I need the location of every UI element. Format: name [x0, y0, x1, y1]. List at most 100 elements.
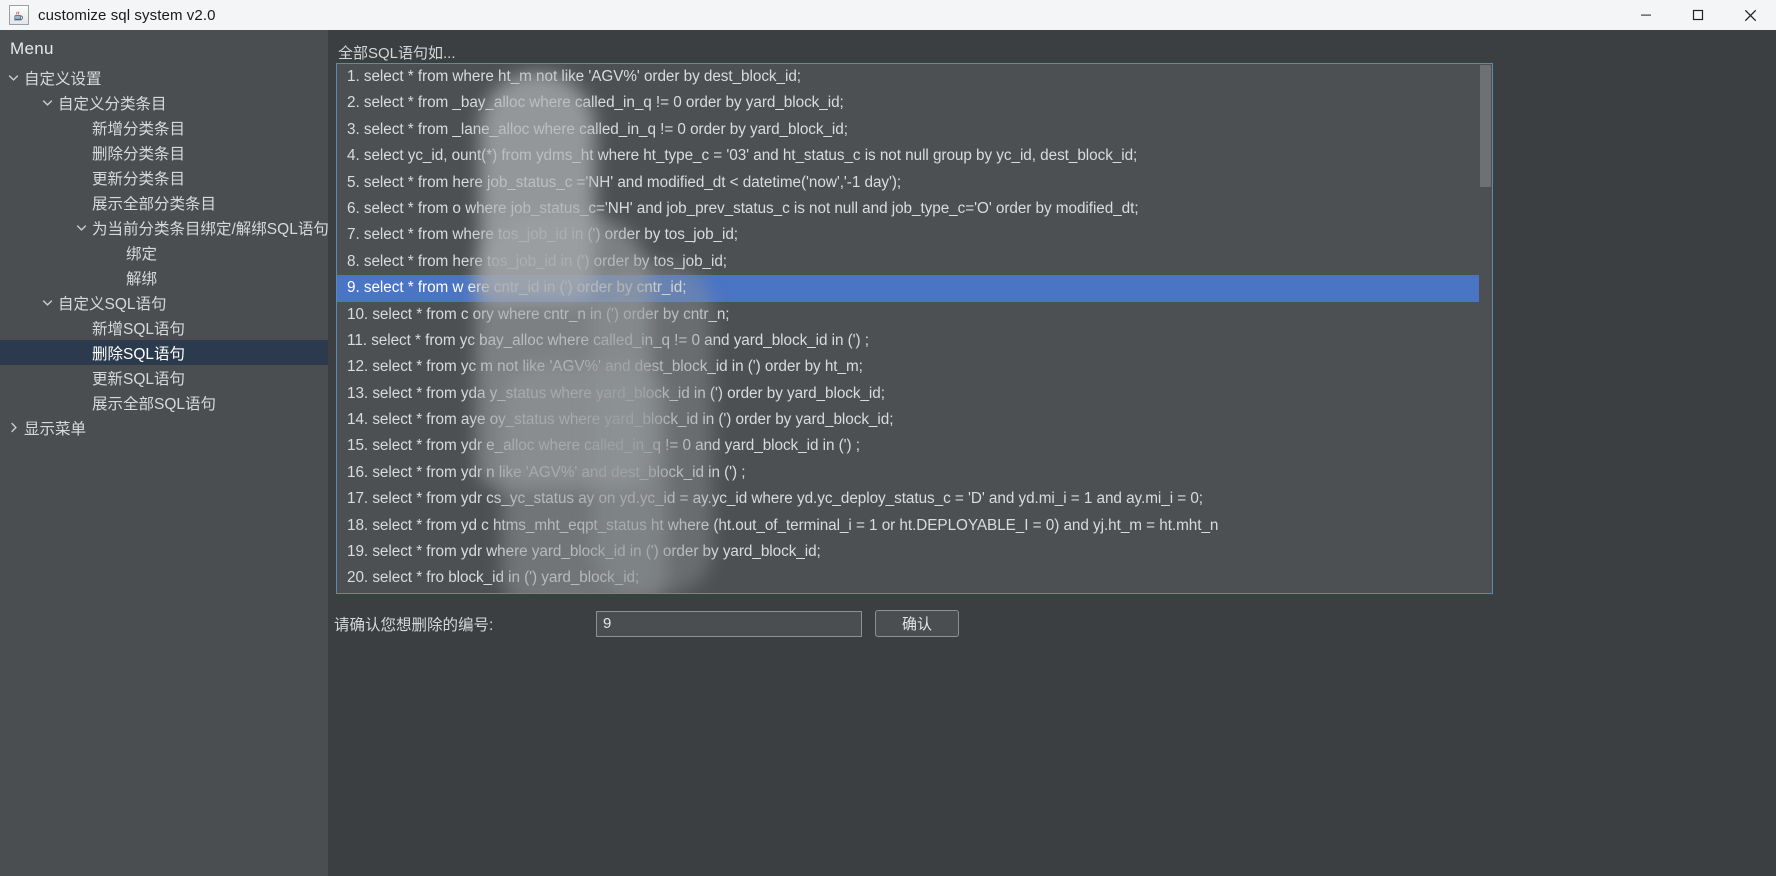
sql-item-number: 6. — [347, 199, 360, 217]
sql-item-number: 7. — [347, 226, 360, 244]
sql-item-number: 10. — [347, 305, 369, 323]
sql-item-text: select * from o where job_status_c='NH' … — [363, 199, 1139, 217]
sql-item-number: 18. — [347, 516, 369, 534]
sidebar-item-12[interactable]: 更新SQL语句 — [0, 365, 328, 390]
main-panel: 全部SQL语句如... 1. select * from where ht_m … — [328, 30, 1776, 876]
sql-list-item[interactable]: 18. select * from yd c htms_mht_eqpt_sta… — [337, 513, 1492, 539]
sql-item-text: select yc_id, ount(*) from ydms_ht where… — [363, 147, 1138, 165]
sql-list-item[interactable]: 9. select * from w ere cntr_id in (') or… — [337, 275, 1492, 302]
sql-item-text: select * from ydr n like 'AGV%' and dest… — [372, 463, 746, 481]
sidebar-item-label: 更新SQL语句 — [92, 370, 186, 388]
sql-item-number: 8. — [347, 252, 360, 270]
sidebar-item-11[interactable]: 删除SQL语句 — [0, 340, 328, 365]
maximize-button[interactable] — [1672, 0, 1724, 30]
sidebar-item-9[interactable]: 自定义SQL语句 — [0, 290, 328, 315]
sidebar-item-label: 解绑 — [126, 270, 158, 288]
sql-item-number: 20. — [347, 569, 369, 587]
sql-list-item[interactable]: 4. select yc_id, ount(*) from ydms_ht wh… — [337, 143, 1492, 169]
sql-list-item[interactable]: 16. select * from ydr n like 'AGV%' and … — [337, 460, 1492, 486]
sql-list-item[interactable]: 3. select * from _lane_alloc where calle… — [337, 117, 1492, 143]
close-button[interactable] — [1724, 0, 1776, 30]
delete-id-label: 请确认您想删除的编号: — [334, 616, 494, 634]
sql-item-text: select * from here tos_job_id in (') ord… — [363, 252, 728, 270]
window-titlebar: customize sql system v2.0 — [0, 0, 1776, 30]
sidebar-item-label: 自定义设置 — [24, 70, 102, 88]
sql-list-item[interactable]: 1. select * from where ht_m not like 'AG… — [337, 64, 1492, 90]
sql-list-caption: 全部SQL语句如... — [338, 45, 456, 62]
sql-item-number: 2. — [347, 94, 360, 112]
sql-list-item[interactable]: 12. select * from yc m not like 'AGV%' a… — [337, 354, 1492, 380]
chevron-down-icon[interactable] — [70, 221, 92, 234]
minimize-button[interactable] — [1620, 0, 1672, 30]
sql-list-item[interactable]: 19. select * from ydr where yard_block_i… — [337, 539, 1492, 565]
sql-item-number: 16. — [347, 463, 369, 481]
sql-item-number: 5. — [347, 173, 360, 191]
sidebar-item-label: 展示全部分类条目 — [92, 195, 217, 213]
sidebar-item-label: 为当前分类条目绑定/解绑SQL语句 — [92, 220, 328, 238]
sidebar-item-5[interactable]: 展示全部分类条目 — [0, 190, 328, 215]
sidebar-item-10[interactable]: 新增SQL语句 — [0, 315, 328, 340]
chevron-down-icon[interactable] — [2, 71, 24, 84]
sql-item-text: select * from here job_status_c ='NH' an… — [363, 173, 902, 191]
sidebar-item-6[interactable]: 为当前分类条目绑定/解绑SQL语句 — [0, 215, 328, 240]
sidebar-item-label: 删除SQL语句 — [92, 345, 186, 363]
tree-root: 自定义设置自定义分类条目新增分类条目删除分类条目 更新分类条目展示全部分类条目为当… — [0, 65, 328, 440]
sql-item-number: 9. — [347, 279, 360, 297]
sql-list-item[interactable]: 17. select * from ydr cs_yc_status ay on… — [337, 486, 1492, 512]
sql-list[interactable]: 1. select * from where ht_m not like 'AG… — [337, 64, 1492, 593]
sql-list-item[interactable]: 20. select * fro block_id in (') yard_bl… — [337, 565, 1492, 591]
sql-list-item[interactable]: 15. select * from ydr e_alloc where call… — [337, 433, 1492, 459]
sidebar-item-label: 自定义分类条目 — [58, 95, 167, 113]
chevron-down-icon[interactable] — [36, 296, 58, 309]
sidebar-item-2[interactable]: 新增分类条目 — [0, 115, 328, 140]
sidebar-item-label: 展示全部SQL语句 — [92, 395, 217, 413]
sidebar-item-4[interactable]: 更新分类条目 — [0, 165, 328, 190]
app-body: Menu 自定义设置 自定义分类条目 新增分类条目 删除分类条目 更新分类条目 展示全部分… — [0, 30, 1776, 876]
sql-item-number: 14. — [347, 411, 369, 429]
confirm-button[interactable]: 确认 — [875, 610, 959, 637]
sql-item-text: select * from ydr e_alloc where called_i… — [372, 437, 860, 455]
sidebar-item-14[interactable]: 显示菜单 — [0, 415, 328, 440]
java-coffee-cup-icon — [9, 5, 29, 25]
sidebar-item-label: 新增SQL语句 — [92, 320, 186, 338]
sql-item-number: 3. — [347, 120, 360, 138]
sql-list-scrollbar[interactable] — [1479, 64, 1492, 593]
window-controls — [1620, 0, 1776, 30]
chevron-right-icon[interactable] — [2, 421, 24, 434]
sidebar-item-1[interactable]: 自定义分类条目 — [0, 90, 328, 115]
sql-item-text: select * from c ory where cntr_n in (') … — [372, 305, 730, 323]
chevron-down-icon[interactable] — [36, 96, 58, 109]
sidebar-item-0[interactable]: 自定义设置 — [0, 65, 328, 90]
sidebar-item-13[interactable]: 展示全部SQL语句 — [0, 390, 328, 415]
sql-item-text: select * from ydr cs_yc_status ay on yd.… — [372, 490, 1203, 508]
sql-list-item[interactable]: 13. select * from yda y_status where yar… — [337, 381, 1492, 407]
sql-item-text: select * from ydr where yard_block_id in… — [372, 543, 821, 561]
sql-list-item[interactable]: 6. select * from o where job_status_c='N… — [337, 196, 1492, 222]
sql-list-item[interactable]: 7. select * from where tos_job_id in (')… — [337, 222, 1492, 248]
sql-item-text: select * fro block_id in (') yard_block_… — [372, 569, 640, 587]
sidebar-item-7[interactable]: 绑定 — [0, 240, 328, 265]
sql-list-panel[interactable]: 1. select * from where ht_m not like 'AG… — [336, 63, 1493, 594]
scrollbar-thumb[interactable] — [1480, 65, 1491, 187]
sidebar-item-3[interactable]: 删除分类条目 — [0, 140, 328, 165]
sidebar-item-label: 更新分类条目 — [92, 170, 186, 188]
sql-item-text: select * from yc m not like 'AGV%' and d… — [372, 358, 863, 376]
sidebar-item-label: 绑定 — [126, 245, 158, 263]
sql-item-text: select * from _bay_alloc where called_in… — [363, 94, 844, 112]
sidebar-item-8[interactable]: 解绑 — [0, 265, 328, 290]
sql-item-number: 19. — [347, 543, 369, 561]
delete-id-input[interactable] — [596, 610, 862, 637]
sql-list-item[interactable]: 10. select * from c ory where cntr_n in … — [337, 302, 1492, 328]
sql-list-item[interactable]: 11. select * from yc bay_alloc where cal… — [337, 328, 1492, 354]
delete-form: 请确认您想删除的编号: 确认 — [328, 610, 1488, 637]
sidebar-item-label: 删除分类条目 — [92, 145, 186, 163]
sidebar-item-label: 自定义SQL语句 — [58, 295, 167, 313]
sql-item-number: 12. — [347, 358, 369, 376]
sql-list-item[interactable]: 14. select * from aye oy_status where ya… — [337, 407, 1492, 433]
sql-item-text: select * from aye oy_status where yard_b… — [372, 411, 894, 429]
sql-item-text: select * from yd c htms_mht_eqpt_status … — [372, 516, 1219, 534]
sql-list-item[interactable]: 2. select * from _bay_alloc where called… — [337, 90, 1492, 116]
sql-list-item[interactable]: 5. select * from here job_status_c ='NH'… — [337, 170, 1492, 196]
sql-list-item[interactable]: 8. select * from here tos_job_id in (') … — [337, 249, 1492, 275]
sql-item-number: 11. — [347, 331, 367, 349]
